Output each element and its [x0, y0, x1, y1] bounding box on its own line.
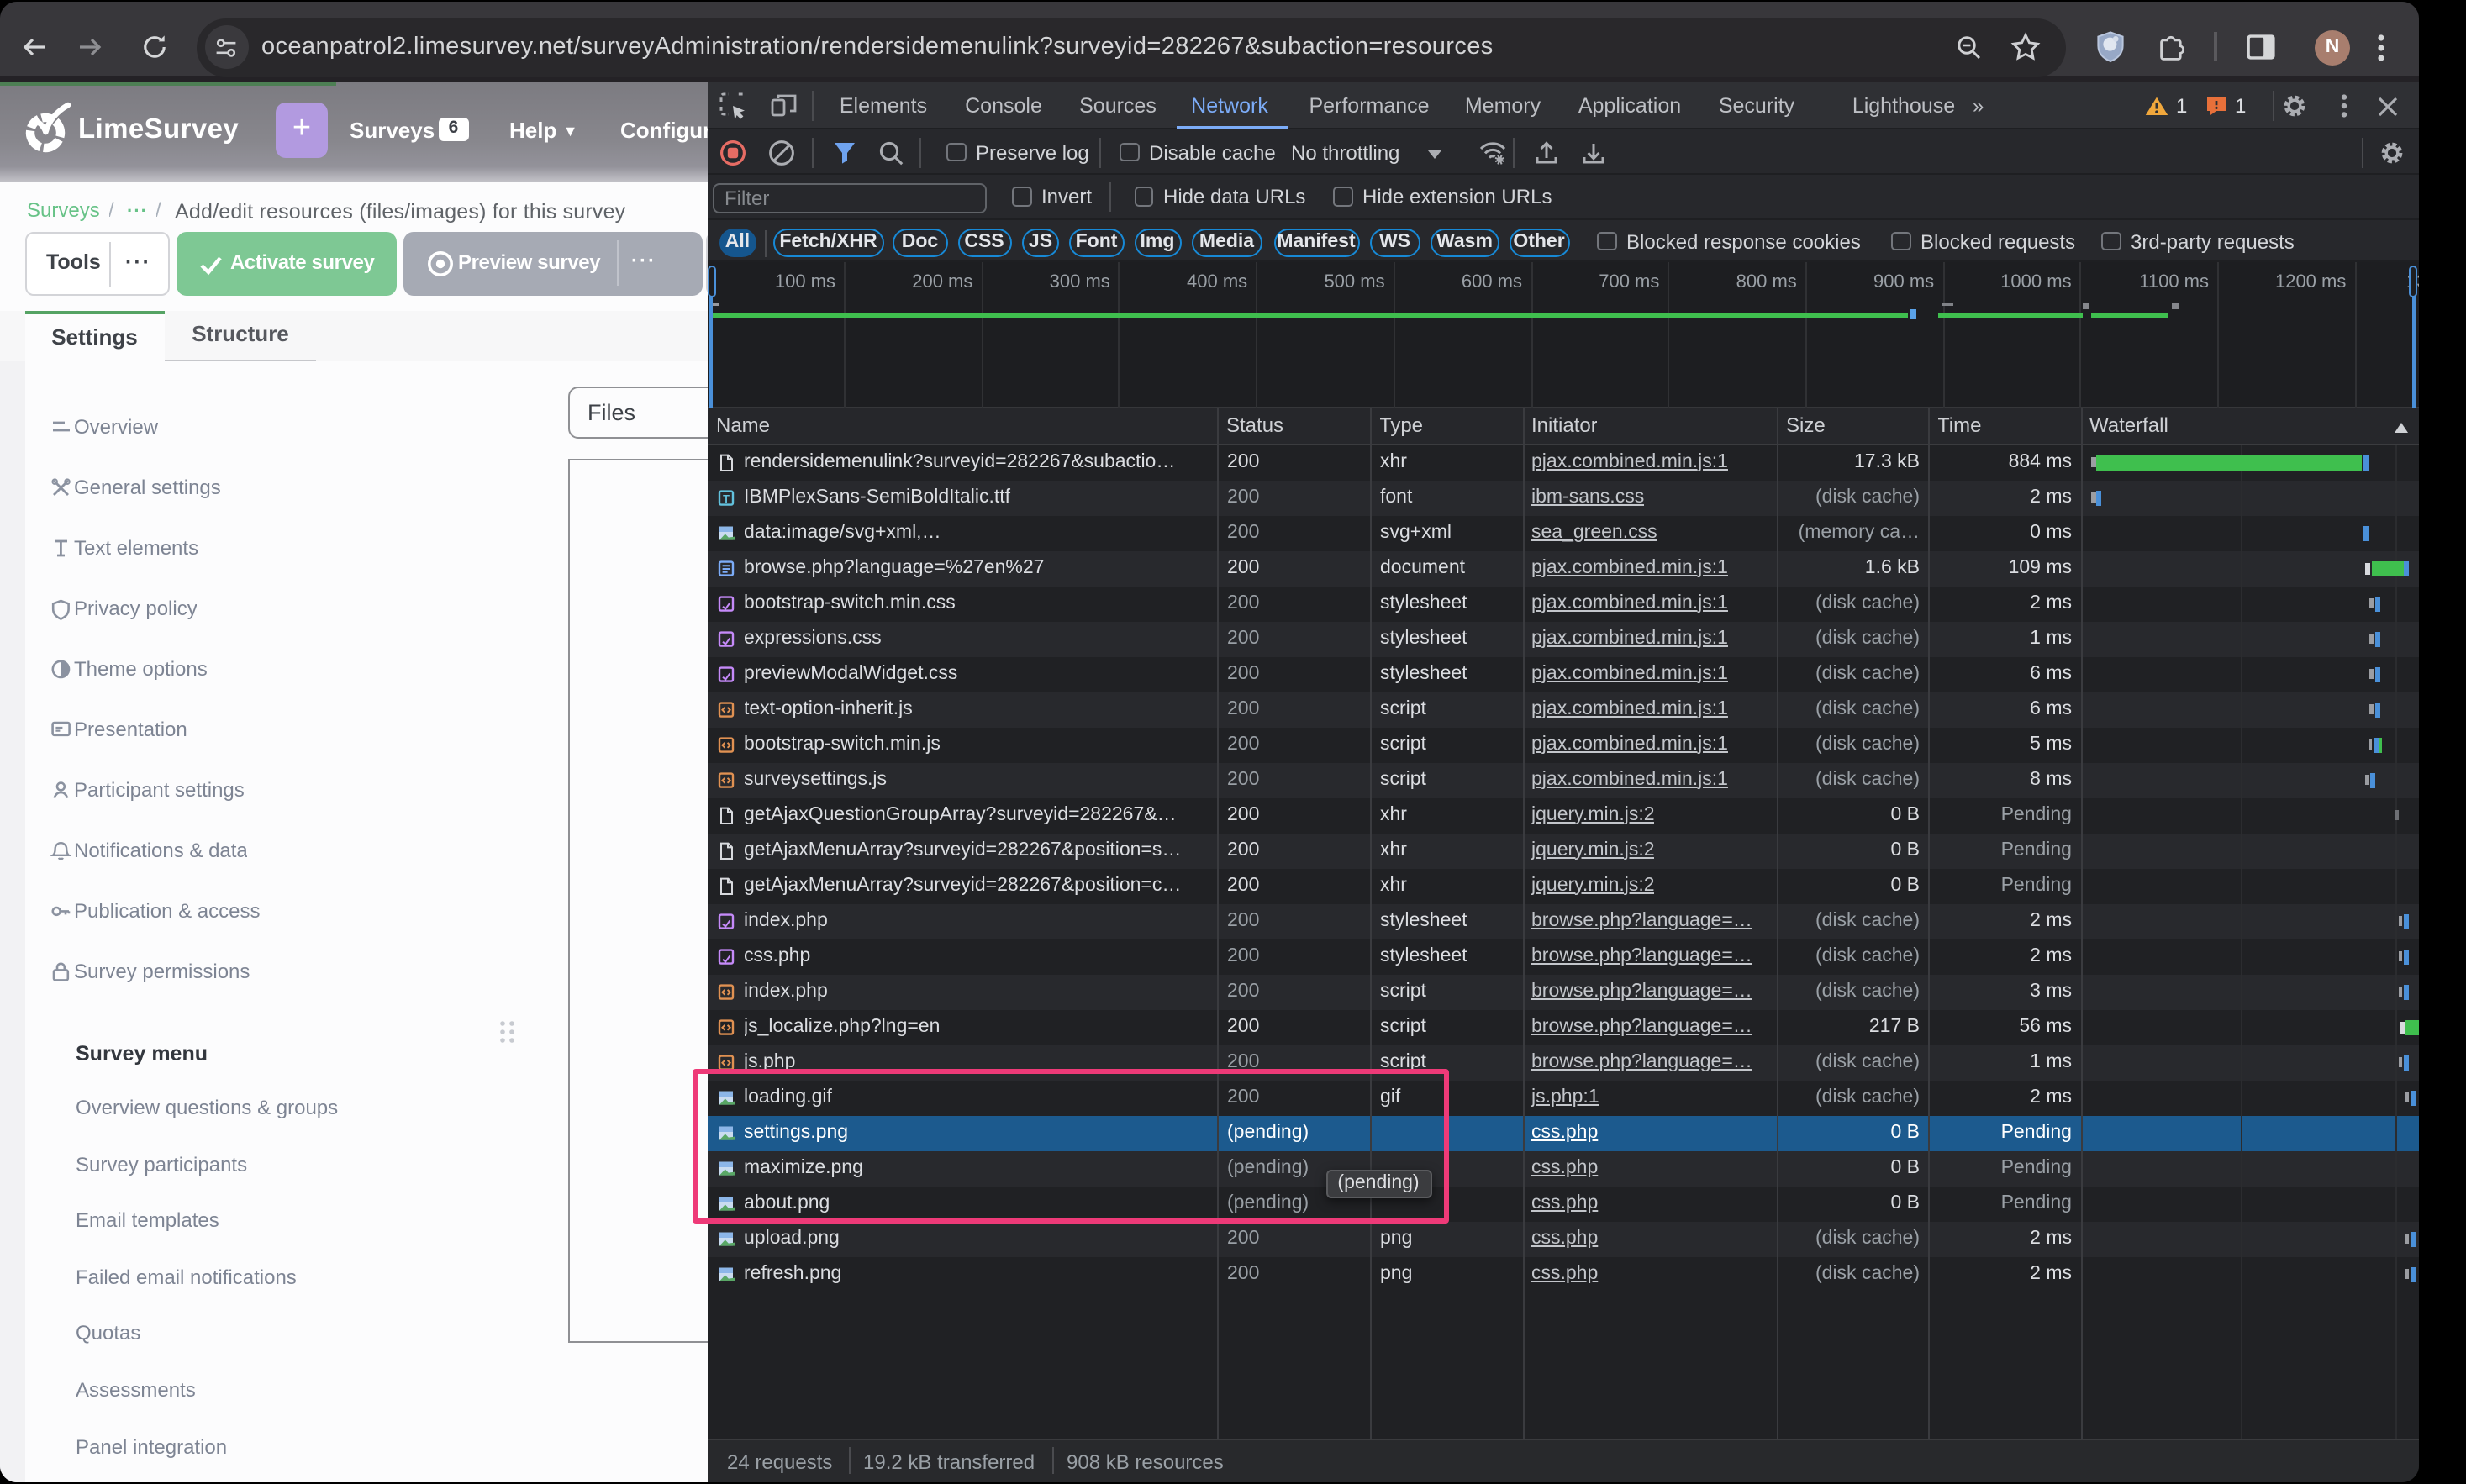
svg-text:T: T	[722, 492, 729, 504]
